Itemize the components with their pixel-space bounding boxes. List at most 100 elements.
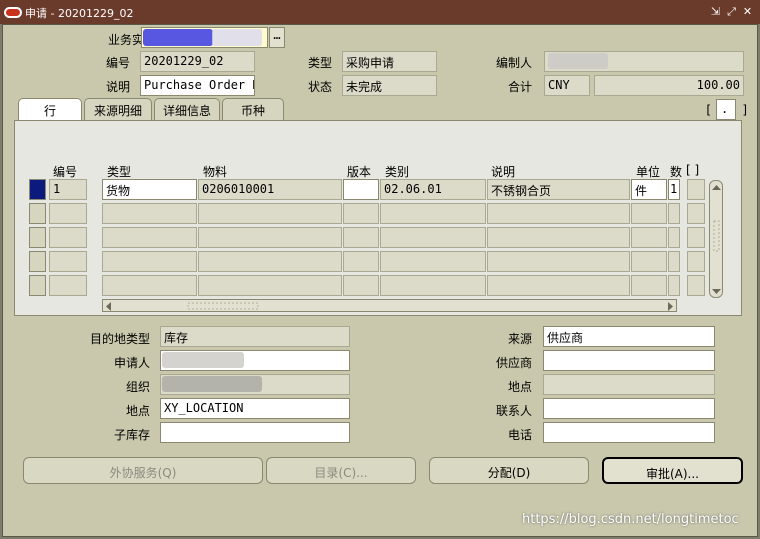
- line-number-cell[interactable]: [49, 227, 87, 248]
- line-number-cell[interactable]: [49, 275, 87, 296]
- phone-label: 电话: [507, 428, 532, 442]
- currency-field[interactable]: CNY: [544, 75, 590, 96]
- close-icon[interactable]: ✕: [740, 4, 755, 19]
- dest-type-field[interactable]: 库存: [160, 326, 350, 347]
- distributions-button[interactable]: 分配(D): [429, 457, 589, 484]
- type-field[interactable]: 采购申请: [342, 51, 437, 72]
- line-quantity-cell[interactable]: [668, 203, 680, 224]
- redacted-entity-2: [212, 29, 262, 46]
- lines-vertical-scrollbar[interactable]: [709, 180, 723, 298]
- dest-type-label: 目的地类型: [89, 332, 150, 346]
- bracket-left: [: [706, 103, 711, 117]
- line-category-cell[interactable]: 02.06.01: [380, 179, 486, 200]
- description-field[interactable]: Purchase Order R: [140, 75, 255, 96]
- source-field[interactable]: 供应商: [543, 326, 715, 347]
- line-quantity-cell[interactable]: [668, 251, 680, 272]
- line-flex-cell[interactable]: [687, 203, 705, 224]
- tab-source-details[interactable]: 来源明细: [84, 98, 152, 120]
- business-entity-lov-button[interactable]: …: [269, 27, 285, 48]
- col-header-number: 编号: [53, 165, 78, 179]
- line-description-cell[interactable]: [487, 251, 630, 272]
- line-flex-cell[interactable]: [687, 251, 705, 272]
- line-revision-cell[interactable]: [343, 227, 379, 248]
- line-type-cell[interactable]: [102, 275, 197, 296]
- line-uom-cell[interactable]: [631, 227, 667, 248]
- row-selector-4[interactable]: [29, 251, 46, 272]
- attachment-field[interactable]: .: [716, 99, 736, 120]
- col-header-revision: 版本: [347, 165, 372, 179]
- line-number-cell[interactable]: 1: [49, 179, 87, 200]
- supplier-field[interactable]: [543, 350, 715, 371]
- line-category-cell[interactable]: [380, 227, 486, 248]
- restore-icon[interactable]: ⇲: [708, 4, 723, 19]
- line-flex-cell[interactable]: [687, 275, 705, 296]
- line-uom-cell[interactable]: [631, 251, 667, 272]
- line-uom-cell[interactable]: [631, 203, 667, 224]
- line-flex-cell[interactable]: [687, 227, 705, 248]
- line-category-cell[interactable]: [380, 251, 486, 272]
- col-header-category: 类别: [385, 165, 410, 179]
- line-number-cell[interactable]: [49, 251, 87, 272]
- hscroll-arrows-icon: [106, 302, 673, 311]
- line-revision-cell[interactable]: [343, 251, 379, 272]
- line-type-cell[interactable]: [102, 203, 197, 224]
- line-uom-cell[interactable]: [631, 275, 667, 296]
- line-type-cell[interactable]: [102, 251, 197, 272]
- row-selector-1[interactable]: [29, 179, 46, 200]
- preparer-label: 编制人: [495, 56, 532, 70]
- row-selector-3[interactable]: [29, 227, 46, 248]
- number-label: 编号: [105, 56, 130, 70]
- line-uom-cell[interactable]: 件: [631, 179, 667, 200]
- status-field[interactable]: 未完成: [342, 75, 437, 96]
- line-description-cell[interactable]: 不锈钢合页: [487, 179, 630, 200]
- org-label: 组织: [125, 380, 150, 394]
- type-label: 类型: [307, 56, 332, 70]
- vscroll-arrows-icon: [712, 185, 721, 294]
- subinventory-field[interactable]: [160, 422, 350, 443]
- site-field[interactable]: [543, 374, 715, 395]
- line-revision-cell[interactable]: [343, 275, 379, 296]
- row-selector-2[interactable]: [29, 203, 46, 224]
- line-description-cell[interactable]: [487, 275, 630, 296]
- line-revision-cell[interactable]: [343, 179, 379, 200]
- tab-details[interactable]: 详细信息: [154, 98, 220, 120]
- contact-label: 联系人: [495, 404, 532, 418]
- supplier-label: 供应商: [495, 356, 532, 370]
- row-selector-5[interactable]: [29, 275, 46, 296]
- line-item-cell[interactable]: [198, 275, 342, 296]
- col-header-flex: [ ]: [686, 163, 700, 177]
- site-label: 地点: [507, 380, 532, 394]
- line-quantity-cell[interactable]: 1: [668, 179, 680, 200]
- line-item-cell[interactable]: [198, 251, 342, 272]
- location-field[interactable]: XY_LOCATION: [160, 398, 350, 419]
- line-revision-cell[interactable]: [343, 203, 379, 224]
- line-number-cell[interactable]: [49, 203, 87, 224]
- approve-button[interactable]: 审批(A)...: [602, 457, 743, 484]
- catalog-button[interactable]: 目录(C)...: [266, 457, 416, 484]
- tab-currency[interactable]: 币种: [222, 98, 284, 120]
- contact-field[interactable]: [543, 398, 715, 419]
- line-quantity-cell[interactable]: [668, 275, 680, 296]
- maximize-icon[interactable]: ⤢: [724, 4, 739, 19]
- line-item-cell[interactable]: 0206010001: [198, 179, 342, 200]
- window-titlebar: 申请 - 20201229_02 ⇲ ⤢ ✕: [0, 0, 760, 24]
- total-label: 合计: [507, 80, 532, 94]
- line-category-cell[interactable]: [380, 275, 486, 296]
- line-item-cell[interactable]: [198, 203, 342, 224]
- source-label: 来源: [507, 332, 532, 346]
- line-type-cell[interactable]: 货物: [102, 179, 197, 200]
- requester-label: 申请人: [113, 356, 150, 370]
- total-field[interactable]: 100.00: [594, 75, 744, 96]
- phone-field[interactable]: [543, 422, 715, 443]
- line-item-cell[interactable]: [198, 227, 342, 248]
- number-field[interactable]: 20201229_02: [140, 51, 255, 72]
- lines-horizontal-scrollbar[interactable]: [102, 299, 677, 312]
- line-quantity-cell[interactable]: [668, 227, 680, 248]
- outside-services-button[interactable]: 外协服务(Q): [23, 457, 263, 484]
- line-category-cell[interactable]: [380, 203, 486, 224]
- line-type-cell[interactable]: [102, 227, 197, 248]
- line-description-cell[interactable]: [487, 227, 630, 248]
- tab-lines[interactable]: 行: [18, 98, 82, 122]
- line-description-cell[interactable]: [487, 203, 630, 224]
- line-flex-cell[interactable]: [687, 179, 705, 200]
